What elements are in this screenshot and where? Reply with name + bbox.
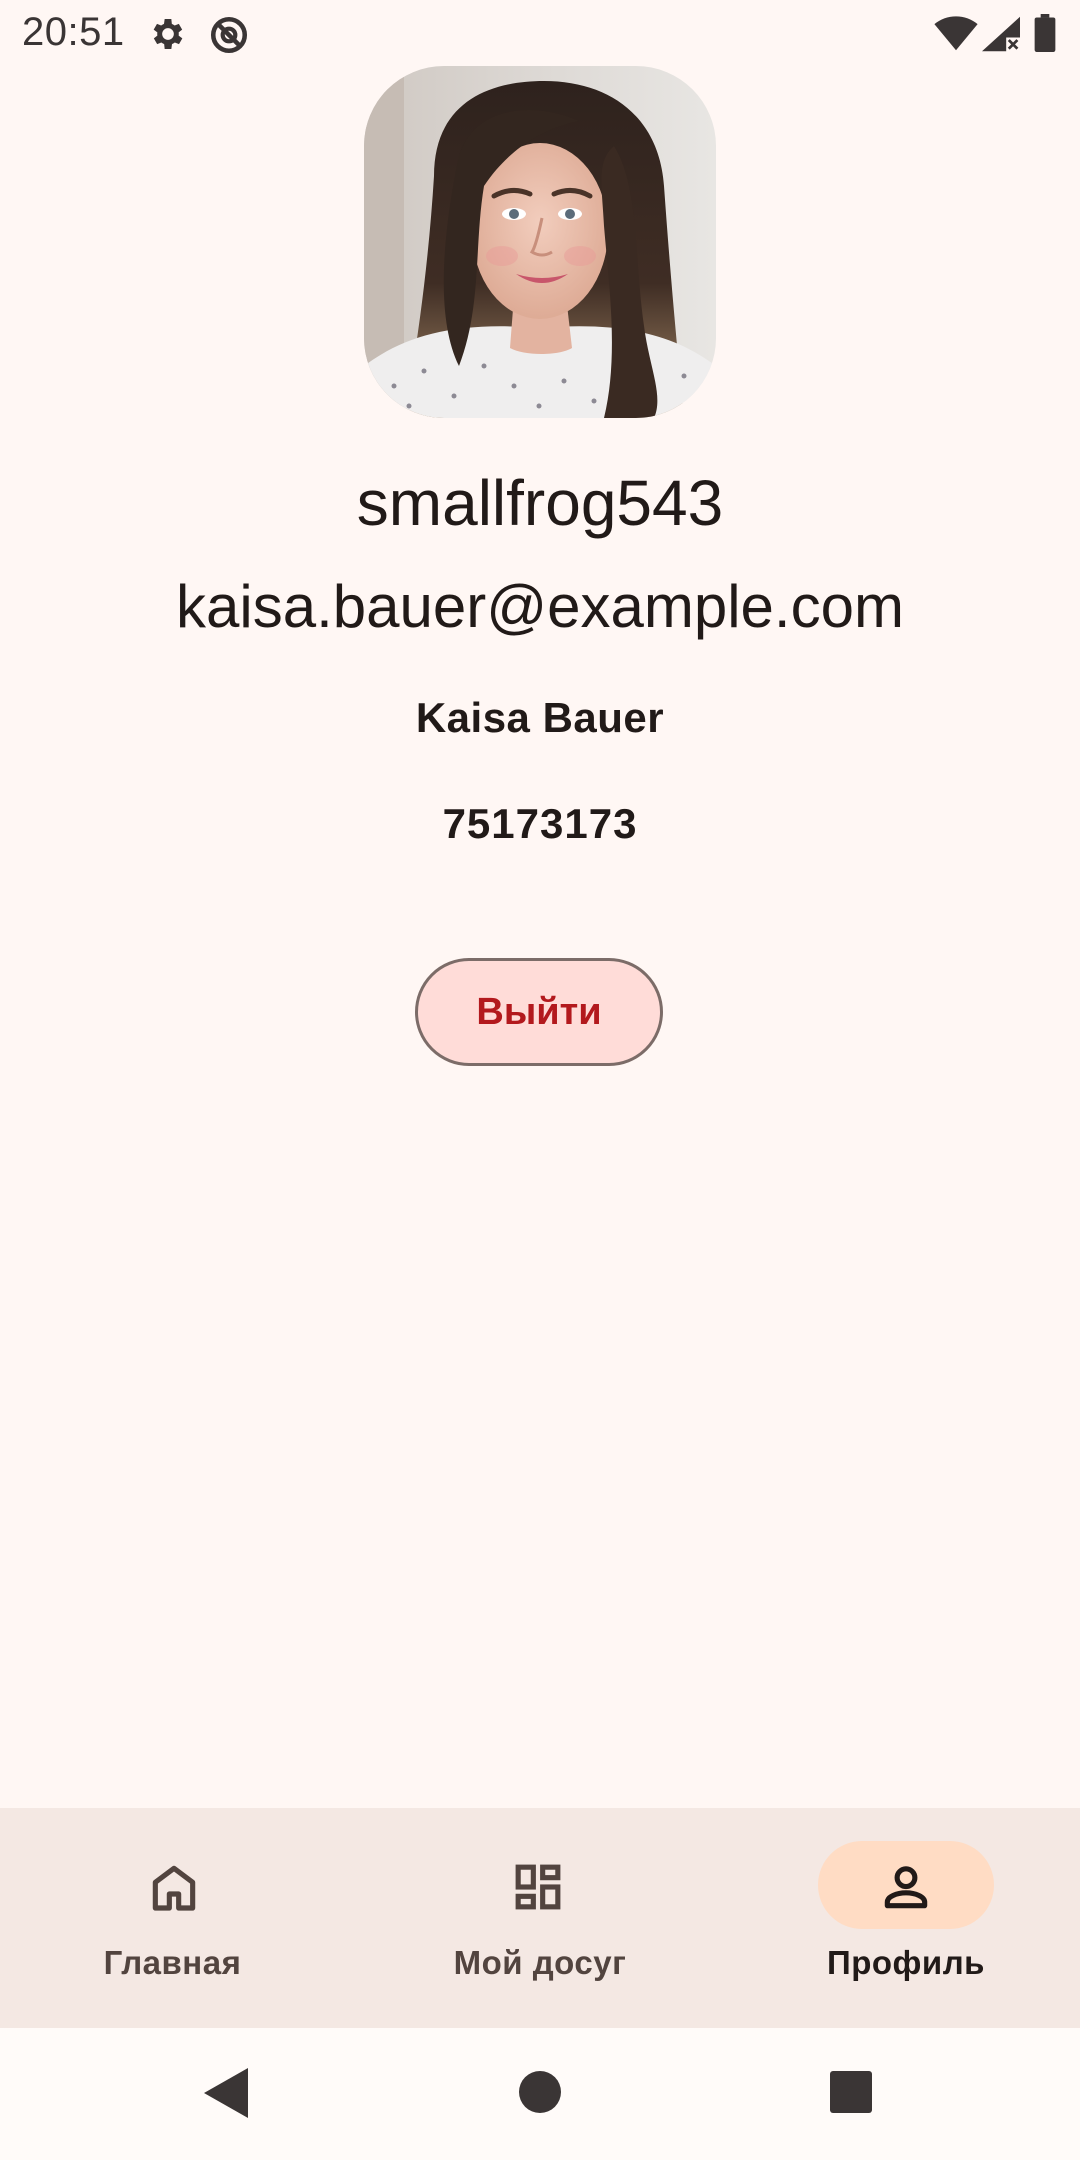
gear-icon [148,14,188,59]
back-icon[interactable] [204,2068,248,2123]
username: smallfrog543 [356,467,724,539]
status-time: 20:51 [22,10,125,54]
cell-signal-icon [982,16,1020,57]
nav-item-my-leisure[interactable]: Мой досуг [360,1808,720,2028]
nav-label-home: Главная [103,1944,242,1981]
person-icon [878,1859,934,1915]
bottom-navigation: Главная Мой досуг Профиль [0,1808,1080,2028]
nav-item-profile[interactable]: Профиль [720,1808,1080,2028]
battery-icon [1034,14,1056,57]
home-circle-icon[interactable] [518,2070,562,2119]
nav-label-my-leisure: Мой досуг [453,1944,627,1981]
full-name: Kaisa Bauer [415,694,665,741]
recents-icon[interactable] [830,2071,872,2118]
nav-label-profile: Профиль [827,1944,985,1981]
avatar [364,66,716,418]
status-bar: 20:51 [0,0,1080,66]
home-icon [146,1859,202,1915]
wifi-icon [934,16,978,57]
email: kaisa.bauer@example.com [176,573,904,640]
phone-number: 75173173 [442,800,638,847]
logout-button[interactable]: Выйти [415,958,663,1066]
system-navigation-bar [0,2028,1080,2160]
nav-item-home[interactable]: Главная [0,1808,360,2028]
profile-screen: 20:51 smallfrog543 kaisa.bauer@example.c… [0,0,1080,2160]
grid-icon [510,1859,566,1915]
no-sync-icon [208,14,250,61]
